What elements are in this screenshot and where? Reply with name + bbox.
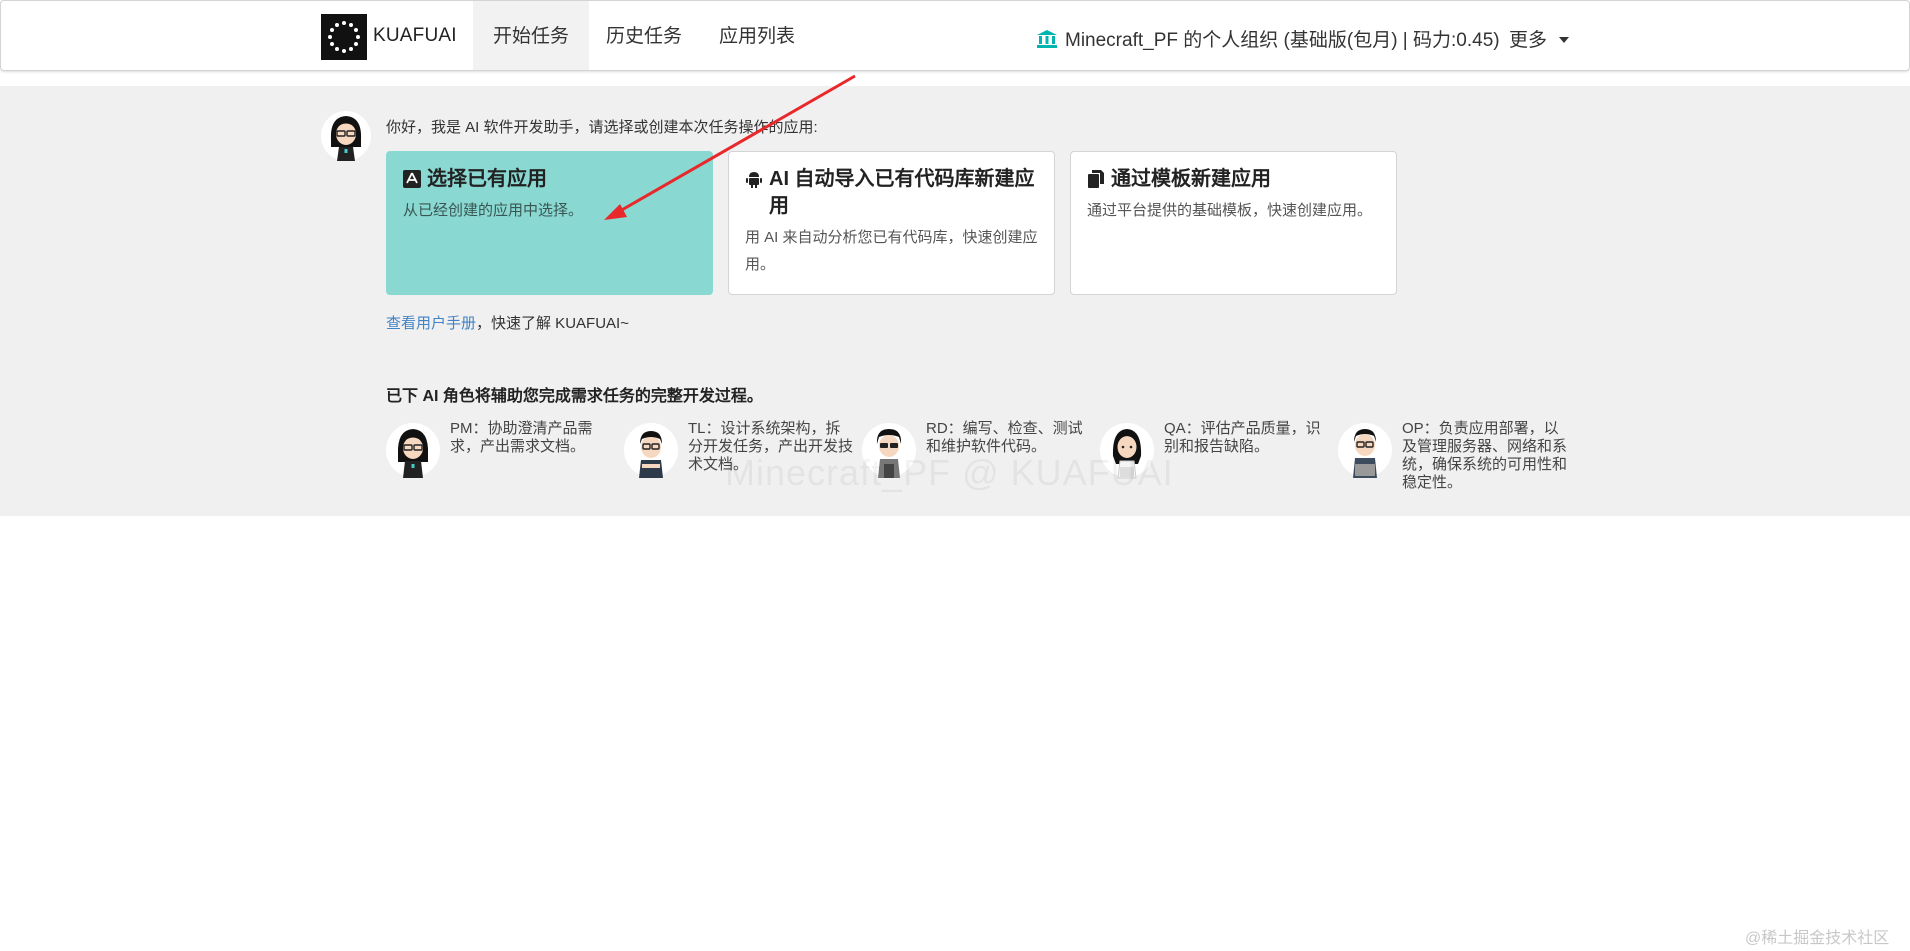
user-manual-hint: 查看用户手册，快速了解 KUAFUAI~ [386, 312, 629, 333]
org-watermark: Minecraft_PF @ KUAFUAI [725, 452, 1174, 493]
more-label: 更多 [1509, 30, 1548, 51]
card-select-existing-app[interactable]: 选择已有应用 从已经创建的应用中选择。 [386, 151, 713, 295]
card-create-from-template[interactable]: 通过模板新建应用 通过平台提供的基础模板，快速创建应用。 [1070, 151, 1397, 295]
corner-watermark: @稀土掘金技术社区 [1745, 930, 1890, 947]
brand-name[interactable]: KUAFUAI [373, 25, 457, 47]
user-manual-link[interactable]: 查看用户手册 [386, 315, 476, 332]
tl-avatar-icon [624, 423, 678, 478]
role-pm-text: PM：协助澄清产品需求，产出需求文档。 [450, 420, 593, 455]
tab-history-tasks[interactable]: 历史任务 [586, 1, 702, 70]
org-selector[interactable]: Minecraft_PF 的个人组织 (基础版(包月) | 码力:0.45) [1037, 25, 1500, 52]
card-title-row: 选择已有应用 [403, 166, 696, 193]
card-description: 通过平台提供的基础模板，快速创建应用。 [1087, 202, 1373, 219]
card-title: 选择已有应用 [427, 168, 547, 190]
logo-ring-icon [328, 21, 360, 53]
role-pm: PM：协助澄清产品需求，产出需求文档。 [386, 420, 624, 480]
assistant-avatar [321, 109, 371, 163]
card-title-row: AI 自动导入已有代码库新建应用 [745, 166, 1038, 220]
roles-title: 已下 AI 角色将辅助您完成需求任务的完整开发过程。 [386, 388, 763, 405]
card-ai-import-codebase[interactable]: AI 自动导入已有代码库新建应用 用 AI 来自动分析您已有代码库，快速创建应用… [728, 151, 1055, 295]
pm-avatar-icon [386, 423, 440, 478]
more-dropdown[interactable]: 更多 [1509, 25, 1570, 52]
role-op: OP：负责应用部署，以及管理服务器、网络和系统，确保系统的可用性和稳定性。 [1338, 420, 1576, 492]
card-title: AI 自动导入已有代码库新建应用 [769, 168, 1035, 217]
kuafuai-logo[interactable] [321, 14, 367, 60]
copy-icon [1088, 170, 1104, 188]
role-op-text: OP：负责应用部署，以及管理服务器、网络和系统，确保系统的可用性和稳定性。 [1402, 420, 1568, 491]
org-label: Minecraft_PF 的个人组织 (基础版(包月) | 码力:0.45) [1065, 30, 1500, 51]
role-qa-text: QA：评估产品质量，识别和报告缺陷。 [1164, 420, 1321, 455]
tab-start-task[interactable]: 开始任务 [473, 1, 590, 70]
card-title-row: 通过模板新建应用 [1087, 166, 1380, 193]
card-description: 用 AI 来自动分析您已有代码库，快速创建应用。 [745, 229, 1038, 273]
user-manual-suffix: ，快速了解 KUAFUAI~ [476, 315, 629, 332]
tab-app-list[interactable]: 应用列表 [699, 1, 815, 70]
app-store-icon [403, 170, 421, 188]
institution-icon [1037, 29, 1057, 48]
assistant-greeting: 你好，我是 AI 软件开发助手，请选择或创建本次任务操作的应用: [386, 119, 818, 136]
card-title: 通过模板新建应用 [1111, 168, 1271, 190]
op-avatar-icon [1338, 423, 1392, 478]
top-navbar: KUAFUAI 开始任务 历史任务 应用列表 Minecraft_PF 的个人组… [0, 0, 1910, 71]
card-description: 从已经创建的应用中选择。 [403, 202, 584, 219]
android-icon [746, 172, 762, 188]
female-assistant-avatar-icon [321, 111, 371, 161]
caret-down-icon [1559, 36, 1570, 43]
